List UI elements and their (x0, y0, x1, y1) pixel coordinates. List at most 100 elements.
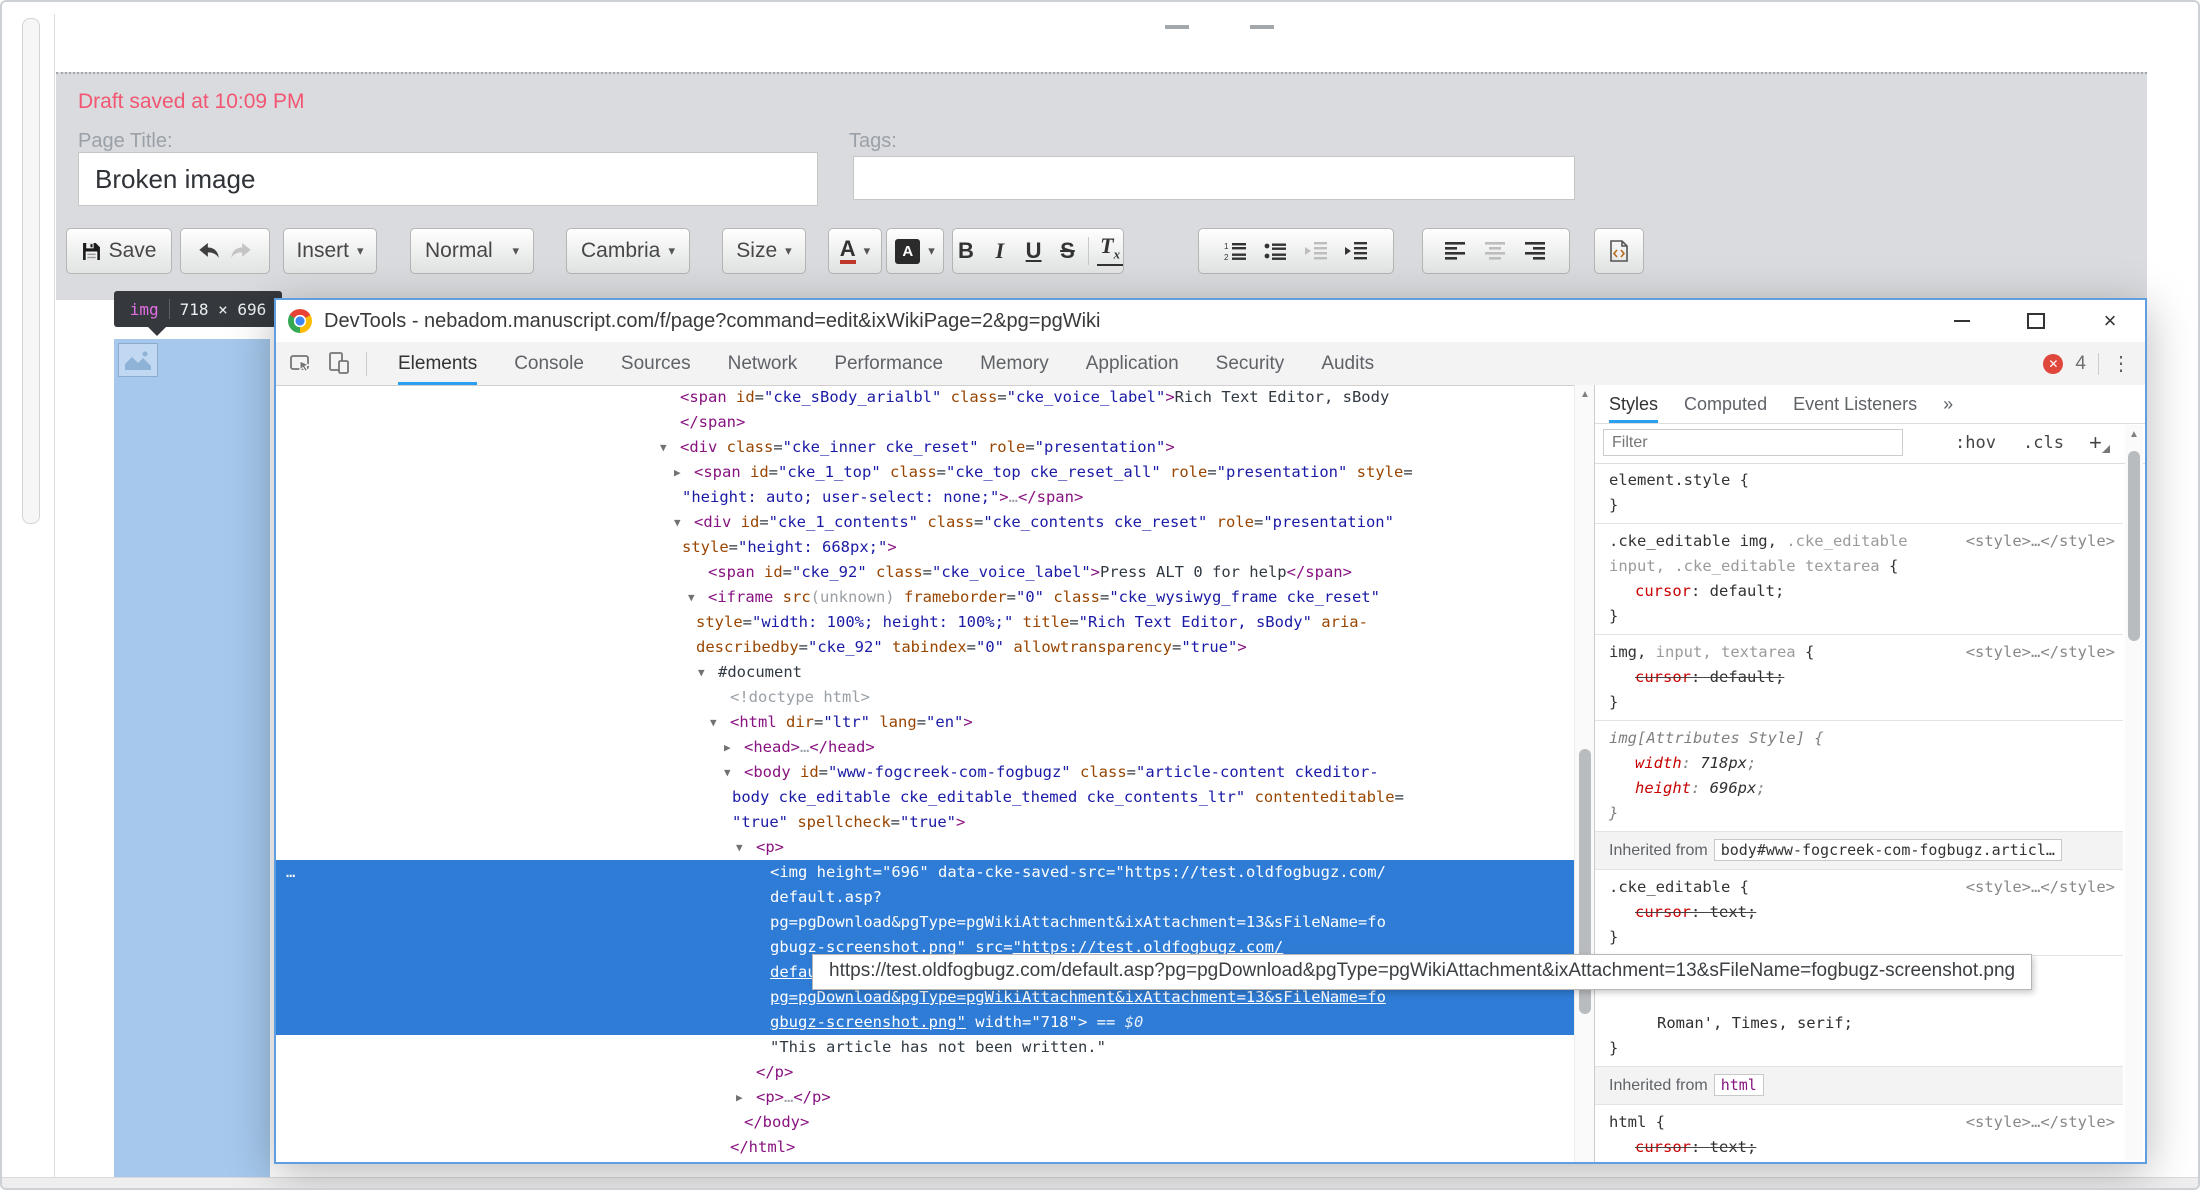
font-dropdown[interactable]: Cambria ▾ (566, 228, 690, 274)
pseudo-state-toggle[interactable]: :hov (1955, 423, 1996, 463)
tree-row[interactable]: <span id="cke_sBody_arialbl" class="cke_… (276, 385, 1594, 410)
paragraph-format-dropdown[interactable]: Normal ▾ (410, 228, 534, 274)
tree-row-selected[interactable]: …<img height="696" data-cke-saved-src="h… (276, 860, 1594, 885)
rule-origin-stylesheet[interactable]: <style>…</style> (1966, 875, 2115, 900)
tree-row-selected[interactable]: gbugz-screenshot.png" width="718"> == $0 (276, 1010, 1594, 1035)
style-rule[interactable]: <style>…</style>.cke_editable {cursor: t… (1595, 870, 2123, 956)
tree-row[interactable]: </body> (276, 1110, 1594, 1135)
bullet-list-icon[interactable] (1264, 241, 1288, 261)
numbered-list-icon[interactable]: 12 (1224, 241, 1248, 261)
expand-arrow-icon[interactable]: ▶ (674, 460, 681, 485)
bold-button[interactable]: B (953, 238, 979, 264)
style-rule[interactable]: element.style {} (1595, 463, 2123, 524)
collapse-arrow-icon[interactable]: ▼ (688, 585, 695, 610)
tree-row[interactable]: ▼#document (276, 660, 1594, 685)
tab-performance[interactable]: Performance (834, 342, 943, 385)
overflow-chevron-icon[interactable]: » (1943, 385, 1953, 423)
css-property[interactable]: width: 718px; (1609, 751, 2113, 776)
rule-origin-stylesheet[interactable]: <style>…</style> (1966, 529, 2115, 554)
undo-redo-group[interactable] (180, 228, 270, 274)
tree-row[interactable]: </span> (276, 410, 1594, 435)
tab-elements[interactable]: Elements (398, 342, 477, 385)
save-button[interactable]: Save (66, 228, 172, 274)
styles-tab-event-listeners[interactable]: Event Listeners (1793, 385, 1917, 423)
collapse-arrow-icon[interactable]: ▼ (674, 510, 681, 535)
class-toggle[interactable]: .cls (2023, 423, 2064, 463)
rule-origin-stylesheet[interactable]: <style>…</style> (1966, 1110, 2115, 1135)
collapse-arrow-icon[interactable]: ▼ (710, 710, 717, 735)
error-badge-icon[interactable]: ✕ (2043, 354, 2063, 374)
align-center-icon[interactable] (1485, 241, 1507, 261)
tree-row[interactable]: </html> (276, 1135, 1594, 1160)
style-rule[interactable]: <style>…</style>img, input, textarea {cu… (1595, 635, 2123, 721)
collapse-arrow-icon[interactable]: ▼ (724, 760, 731, 785)
css-property[interactable]: cursor: text; (1609, 900, 2113, 925)
expand-arrow-icon[interactable]: ▶ (736, 1085, 743, 1110)
remove-format-button[interactable]: Tx (1097, 236, 1123, 266)
undo-icon[interactable] (199, 243, 221, 259)
css-property[interactable]: ⚠*cursor: auto; (1609, 1160, 2113, 1162)
redo-icon[interactable] (229, 243, 251, 259)
background-color-button[interactable]: A ▾ (886, 228, 944, 274)
tree-row[interactable]: body cke_editable cke_editable_themed ck… (276, 785, 1594, 810)
scrollbar-thumb[interactable] (2128, 451, 2140, 641)
maximize-button[interactable] (2025, 310, 2047, 332)
tab-security[interactable]: Security (1216, 342, 1285, 385)
tree-row-selected[interactable]: pg=pgDownload&pgType=pgWikiAttachment&ix… (276, 910, 1594, 935)
tree-row[interactable]: style="width: 100%; height: 100%;" title… (276, 610, 1594, 635)
text-color-button[interactable]: A ▾ (828, 228, 882, 274)
collapse-arrow-icon[interactable]: ▼ (698, 660, 705, 685)
tree-row[interactable]: </p> (276, 1060, 1594, 1085)
style-rule[interactable]: <style>…</style>.cke_editable img, .cke_… (1595, 524, 2123, 635)
tree-row[interactable]: <!doctype html> (276, 685, 1594, 710)
styles-scrollbar[interactable]: ▲ (2125, 425, 2143, 1160)
tree-row[interactable]: ▼<div id="cke_1_contents" class="cke_con… (276, 510, 1594, 535)
scroll-up-arrow-icon[interactable]: ▲ (1575, 389, 1595, 400)
css-property[interactable]: height: 696px; (1609, 776, 2113, 801)
indent-icon[interactable] (1344, 241, 1368, 261)
inspect-element-icon[interactable] (290, 352, 312, 374)
tab-application[interactable]: Application (1086, 342, 1179, 385)
close-button[interactable]: × (2099, 310, 2121, 332)
size-dropdown[interactable]: Size ▾ (722, 228, 806, 274)
devtools-titlebar[interactable]: DevTools - nebadom.manuscript.com/f/page… (276, 300, 2145, 342)
new-style-rule-button[interactable]: + (2089, 423, 2102, 463)
styles-tab-computed[interactable]: Computed (1684, 385, 1767, 423)
expand-arrow-icon[interactable]: ▶ (724, 735, 731, 760)
collapse-arrow-icon[interactable]: ▼ (736, 835, 743, 860)
tab-audits[interactable]: Audits (1321, 342, 1374, 385)
tree-row-selected[interactable]: default.asp? (276, 885, 1594, 910)
kebab-menu-icon[interactable]: ⋮ (2111, 351, 2131, 376)
elements-scrollbar[interactable]: ▲ (1574, 385, 1595, 1162)
tab-console[interactable]: Console (514, 342, 584, 385)
minimize-button[interactable] (1951, 310, 1973, 332)
style-rule[interactable]: <style>…</style>html {cursor: text;⚠*cur… (1595, 1105, 2123, 1162)
rule-origin-stylesheet[interactable]: <style>…</style> (1966, 640, 2115, 665)
tree-row[interactable]: "height: auto; user-select: none;">…</sp… (276, 485, 1594, 510)
styles-tab-styles[interactable]: Styles (1609, 385, 1658, 423)
outdent-icon[interactable] (1304, 241, 1328, 261)
tree-row[interactable]: ▶<span id="cke_1_top" class="cke_top cke… (276, 460, 1594, 485)
align-left-icon[interactable] (1445, 241, 1467, 261)
tree-row[interactable]: ▼<body id="www-fogcreek-com-fogbugz" cla… (276, 760, 1594, 785)
tab-memory[interactable]: Memory (980, 342, 1049, 385)
tab-network[interactable]: Network (728, 342, 798, 385)
tree-row[interactable]: ▼<div class="cke_inner cke_reset" role="… (276, 435, 1594, 460)
tree-row[interactable]: style="height: 668px;"> (276, 535, 1594, 560)
tree-row[interactable]: ▶<head>…</head> (276, 735, 1594, 760)
css-property[interactable]: cursor: text; (1609, 1135, 2113, 1160)
inherited-from-target[interactable]: html (1714, 1074, 1764, 1096)
css-property[interactable]: cursor: default; (1609, 579, 2113, 604)
tab-sources[interactable]: Sources (621, 342, 691, 385)
tags-input[interactable] (853, 156, 1575, 200)
underline-button[interactable]: U (1021, 238, 1047, 264)
tree-row[interactable]: ▼<iframe src(unknown) frameborder="0" cl… (276, 585, 1594, 610)
tree-row[interactable]: ▶<p>…</p> (276, 1085, 1594, 1110)
tree-row[interactable]: ▼<p> (276, 835, 1594, 860)
tree-row[interactable]: <span id="cke_92" class="cke_voice_label… (276, 560, 1594, 585)
style-rule[interactable]: img[Attributes Style] {width: 718px;heig… (1595, 721, 2123, 832)
page-title-input[interactable] (78, 152, 818, 206)
device-toolbar-icon[interactable] (328, 352, 350, 374)
collapse-arrow-icon[interactable]: ▼ (660, 435, 667, 460)
tree-row[interactable]: "true" spellcheck="true"> (276, 810, 1594, 835)
